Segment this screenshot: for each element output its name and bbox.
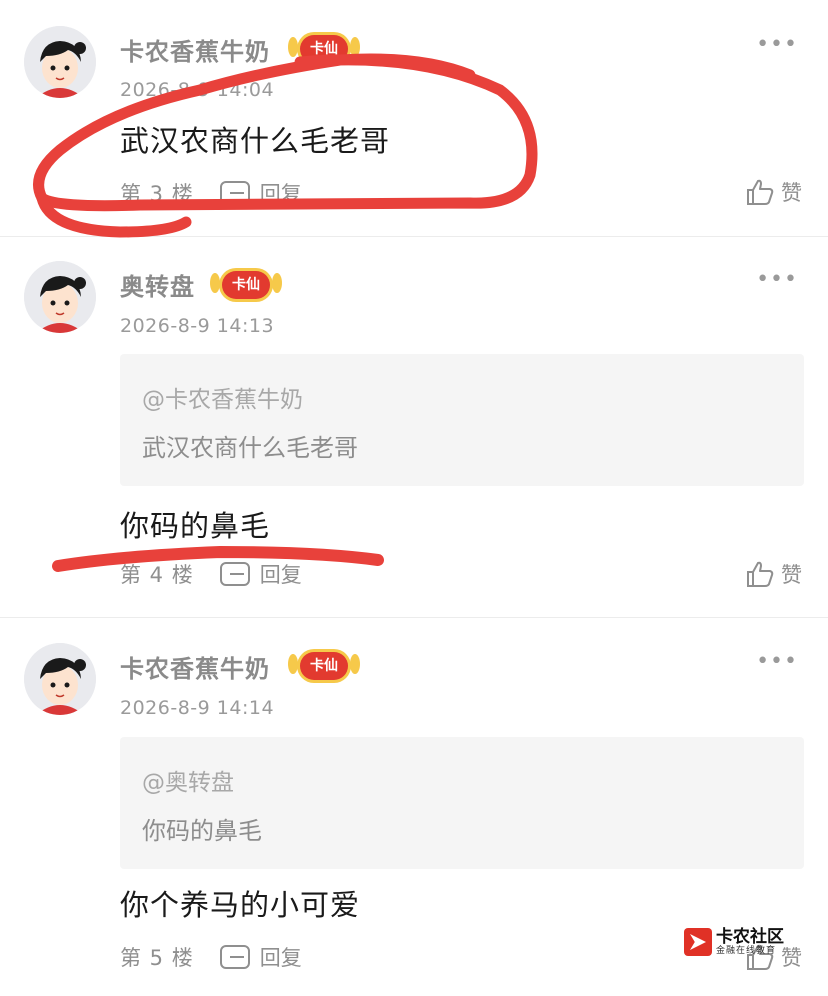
comment-text: 你个养马的小可爱 [120,888,361,922]
thumbs-up-icon [747,179,774,205]
like-button[interactable]: 赞 [745,177,802,207]
level-badge: 卡仙 [288,652,360,680]
floor-number: 第 5 楼 [120,946,194,970]
username[interactable]: 奥转盘 [120,267,195,302]
badge-label: 卡仙 [310,658,338,674]
thumbs-up-icon [747,561,774,587]
level-badge: 卡仙 [210,271,282,299]
quoted-comment[interactable]: @卡农香蕉牛奶 武汉农商什么毛老哥 [120,354,804,486]
level-badge: 卡仙 [288,35,360,63]
reply-label: 回复 [259,946,302,970]
quoted-comment[interactable]: @奥转盘 你码的鼻毛 [120,737,804,869]
watermark-subtitle: 金融在线教育 [716,946,777,956]
reply-label: 回复 [259,563,302,587]
post-time: 2026-8-9 14:14 [120,697,275,719]
comment-text: 你码的鼻毛 [120,509,271,543]
quoted-text: 你码的鼻毛 [142,817,262,845]
badge-label: 卡仙 [232,277,260,293]
comment-text: 武汉农商什么毛老哥 [120,124,391,158]
floor-number: 第 4 楼 [120,563,194,587]
avatar-icon [24,26,96,98]
username[interactable]: 卡农香蕉牛奶 [120,649,270,684]
like-label: 赞 [781,946,802,970]
avatar[interactable] [24,26,96,98]
more-icon[interactable]: ••• [756,32,798,57]
post-time: 2026-8-9 14:04 [120,79,275,101]
comment-meta: 第 5 楼 回复 [120,940,302,974]
reply-button[interactable]: 回复 [219,559,302,589]
username[interactable]: 卡农香蕉牛奶 [120,32,270,67]
more-icon[interactable]: ••• [756,649,798,674]
post-time: 2026-8-9 14:13 [120,315,275,337]
reply-button[interactable]: 回复 [219,942,302,972]
watermark-title: 卡农社区 [716,927,784,947]
floor-number: 第 3 楼 [120,182,194,206]
like-label: 赞 [781,563,802,587]
more-icon[interactable]: ••• [756,267,798,292]
avatar[interactable] [24,643,96,715]
quoted-username[interactable]: @卡农香蕉牛奶 [142,380,303,414]
site-watermark: 卡农社区 金融在线教育 [684,928,784,956]
like-button[interactable]: 赞 [745,559,802,589]
reply-icon [219,562,250,586]
avatar-icon [24,643,96,715]
comment-floor-4: 奥转盘 卡仙 ••• 2026-8-9 14:13 @卡农香蕉牛奶 武汉农商什么… [0,237,828,617]
comment-floor-3: 卡农香蕉牛奶 卡仙 ••• 2026-8-9 14:04 武汉农商什么毛老哥 第… [0,0,828,236]
reply-label: 回复 [259,182,302,206]
reply-button[interactable]: 回复 [219,178,302,208]
avatar[interactable] [24,261,96,333]
like-label: 赞 [781,181,802,205]
quoted-username[interactable]: @奥转盘 [142,763,234,797]
comment-meta: 第 3 楼 回复 [120,176,302,210]
badge-label: 卡仙 [310,41,338,57]
comment-meta: 第 4 楼 回复 [120,557,302,591]
reply-icon [219,181,250,205]
quoted-text: 武汉农商什么毛老哥 [142,434,358,462]
reply-icon [219,945,250,969]
avatar-icon [24,261,96,333]
kanong-logo-icon [684,928,712,956]
